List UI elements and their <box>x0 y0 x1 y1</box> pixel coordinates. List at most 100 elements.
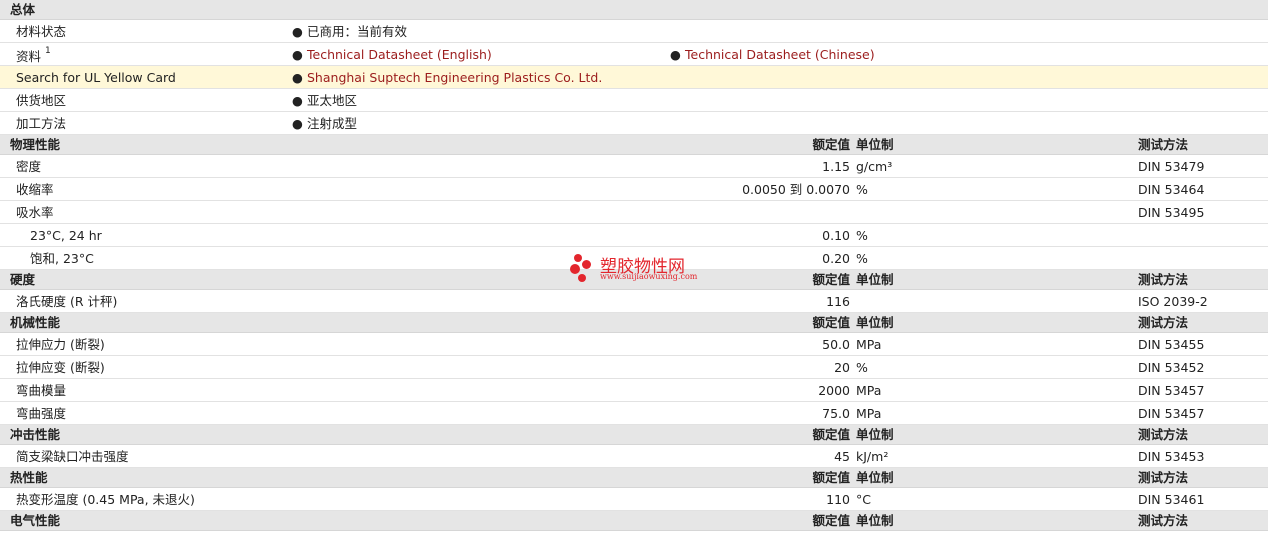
property-unit: MPa <box>856 406 882 421</box>
property-value: 1.15 <box>822 159 850 174</box>
test-method: DIN 53457 <box>1138 406 1205 421</box>
column-header-method: 测试方法 <box>1138 427 1189 442</box>
footnote-marker: 1 <box>45 46 51 56</box>
overview-row-status: 材料状态 ● 已商用：当前有效 <box>0 20 1268 43</box>
property-unit: kJ/m² <box>856 449 889 464</box>
bullet-icon: ● <box>292 47 303 62</box>
section-title: 电气性能 <box>10 513 61 528</box>
property-sections: 物理性能 额定值 单位制 测试方法 密度 1.15 g/cm³ DIN 53479 收缩率 0.0… <box>0 135 1268 531</box>
property-row: 拉伸应变 (断裂) 20% DIN 53452 <box>0 356 1268 379</box>
property-unit: °C <box>856 492 871 507</box>
property-label: 洛氏硬度 (R 计秤) <box>16 294 118 309</box>
row-label: 材料状态 <box>16 24 67 39</box>
property-value: 0.0050 到 0.0070 <box>742 182 850 197</box>
property-value: 50.0 <box>822 337 850 352</box>
column-header-rated: 额定值 <box>812 427 850 442</box>
property-label: 饱和, 23°C <box>30 251 94 266</box>
column-header-unit: 单位制 <box>856 427 894 442</box>
section-title: 机械性能 <box>10 315 61 330</box>
property-value: 45 <box>834 449 850 464</box>
property-unit: g/cm³ <box>856 159 893 174</box>
property-value: 0.10 <box>822 228 850 243</box>
row-label: 资料 1 <box>16 46 51 65</box>
column-header-rated: 额定值 <box>812 513 850 528</box>
column-header-method: 测试方法 <box>1138 315 1189 330</box>
section-title: 物理性能 <box>10 137 61 152</box>
watermark-logo: 塑胶物性网 www.suijiaowuxing.com <box>570 252 710 288</box>
watermark-url: www.suijiaowuxing.com <box>600 272 698 281</box>
section-title: 硬度 <box>10 272 36 287</box>
bullet-icon: ● <box>292 24 303 39</box>
column-header-rated: 额定值 <box>812 315 850 330</box>
property-label: 密度 <box>16 159 42 174</box>
property-label: 吸水率 <box>16 205 54 220</box>
column-header-unit: 单位制 <box>856 315 894 330</box>
test-method: DIN 53453 <box>1138 449 1205 464</box>
overview-row-processing: 加工方法 ● 注射成型 <box>0 112 1268 135</box>
property-unit: % <box>856 360 868 375</box>
bullet-icon: ● <box>292 70 303 85</box>
column-header-method: 测试方法 <box>1138 470 1189 485</box>
test-method: DIN 53452 <box>1138 360 1205 375</box>
property-unit: % <box>856 251 868 266</box>
section-header: 物理性能 额定值 单位制 测试方法 <box>0 135 1268 155</box>
status-value: 已商用：当前有效 <box>307 24 408 39</box>
section-header: 冲击性能 额定值 单位制 测试方法 <box>0 425 1268 445</box>
property-value: 75.0 <box>822 406 850 421</box>
property-row: 密度 1.15 g/cm³ DIN 53479 <box>0 155 1268 178</box>
row-label: 加工方法 <box>16 116 67 131</box>
test-method: DIN 53464 <box>1138 182 1205 197</box>
overview-row-region: 供货地区 ● 亚太地区 <box>0 89 1268 112</box>
property-unit: % <box>856 182 868 197</box>
test-method: ISO 2039-2 <box>1138 294 1208 309</box>
property-row: 简支梁缺口冲击强度 45 kJ/m² DIN 53453 <box>0 445 1268 468</box>
column-header-rated: 额定值 <box>812 272 850 287</box>
property-row: 拉伸应力 (断裂) 50.0 MPa DIN 53455 <box>0 333 1268 356</box>
property-row: 热变形温度 (0.45 MPa, 未退火) 110 °C DIN 53461 <box>0 488 1268 511</box>
column-header-method: 测试方法 <box>1138 137 1189 152</box>
column-header-method: 测试方法 <box>1138 272 1189 287</box>
test-method: DIN 53455 <box>1138 337 1205 352</box>
property-row: 弯曲模量 2000 MPa DIN 53457 <box>0 379 1268 402</box>
column-header-rated: 额定值 <box>812 137 850 152</box>
property-label: 热变形温度 (0.45 MPa, 未退火) <box>16 492 195 507</box>
property-label: 弯曲强度 <box>16 406 67 421</box>
property-row: 弯曲强度 75.0 MPa DIN 53457 <box>0 402 1268 425</box>
property-unit: MPa <box>856 383 882 398</box>
property-row: 23°C, 24 hr 0.10% <box>0 224 1268 247</box>
property-label: 收缩率 <box>16 182 54 197</box>
test-method: DIN 53461 <box>1138 492 1205 507</box>
bullet-icon: ● <box>292 93 303 108</box>
row-label: Search for UL Yellow Card <box>16 70 176 85</box>
property-value: 20 <box>834 360 850 375</box>
property-row: 收缩率 0.0050 到 0.0070% DIN 53464 <box>0 178 1268 201</box>
test-method: DIN 53457 <box>1138 383 1205 398</box>
column-header-rated: 额定值 <box>812 470 850 485</box>
property-row: 洛氏硬度 (R 计秤) 116 ISO 2039-2 <box>0 290 1268 313</box>
supplier-link[interactable]: Shanghai Suptech Engineering Plastics Co… <box>307 66 602 89</box>
property-label: 简支梁缺口冲击强度 <box>16 449 129 464</box>
column-header-unit: 单位制 <box>856 272 894 287</box>
row-label: 供货地区 <box>16 93 67 108</box>
bullet-icon: ● <box>292 116 303 131</box>
overview-row-documents: 资料 1 ● Technical Datasheet (English) ● T… <box>0 43 1268 66</box>
section-header-overview: 总体 <box>0 0 1268 20</box>
property-label: 23°C, 24 hr <box>30 228 102 243</box>
section-title: 总体 <box>10 2 36 17</box>
column-header-method: 测试方法 <box>1138 513 1189 528</box>
property-row: 吸水率 DIN 53495 <box>0 201 1268 224</box>
column-header-unit: 单位制 <box>856 137 894 152</box>
section-header: 热性能 额定值 单位制 测试方法 <box>0 468 1268 488</box>
processing-value: 注射成型 <box>307 116 358 131</box>
property-label: 弯曲模量 <box>16 383 67 398</box>
datasheet-english-link[interactable]: Technical Datasheet (English) <box>307 43 492 66</box>
section-header: 电气性能 额定值 单位制 测试方法 <box>0 511 1268 531</box>
test-method: DIN 53479 <box>1138 159 1205 174</box>
datasheet-chinese-link[interactable]: Technical Datasheet (Chinese) <box>685 43 875 66</box>
section-title: 热性能 <box>10 470 48 485</box>
property-unit: MPa <box>856 337 882 352</box>
property-value: 110 <box>826 492 850 507</box>
property-value: 0.20 <box>822 251 850 266</box>
column-header-unit: 单位制 <box>856 513 894 528</box>
property-value: 116 <box>826 294 850 309</box>
